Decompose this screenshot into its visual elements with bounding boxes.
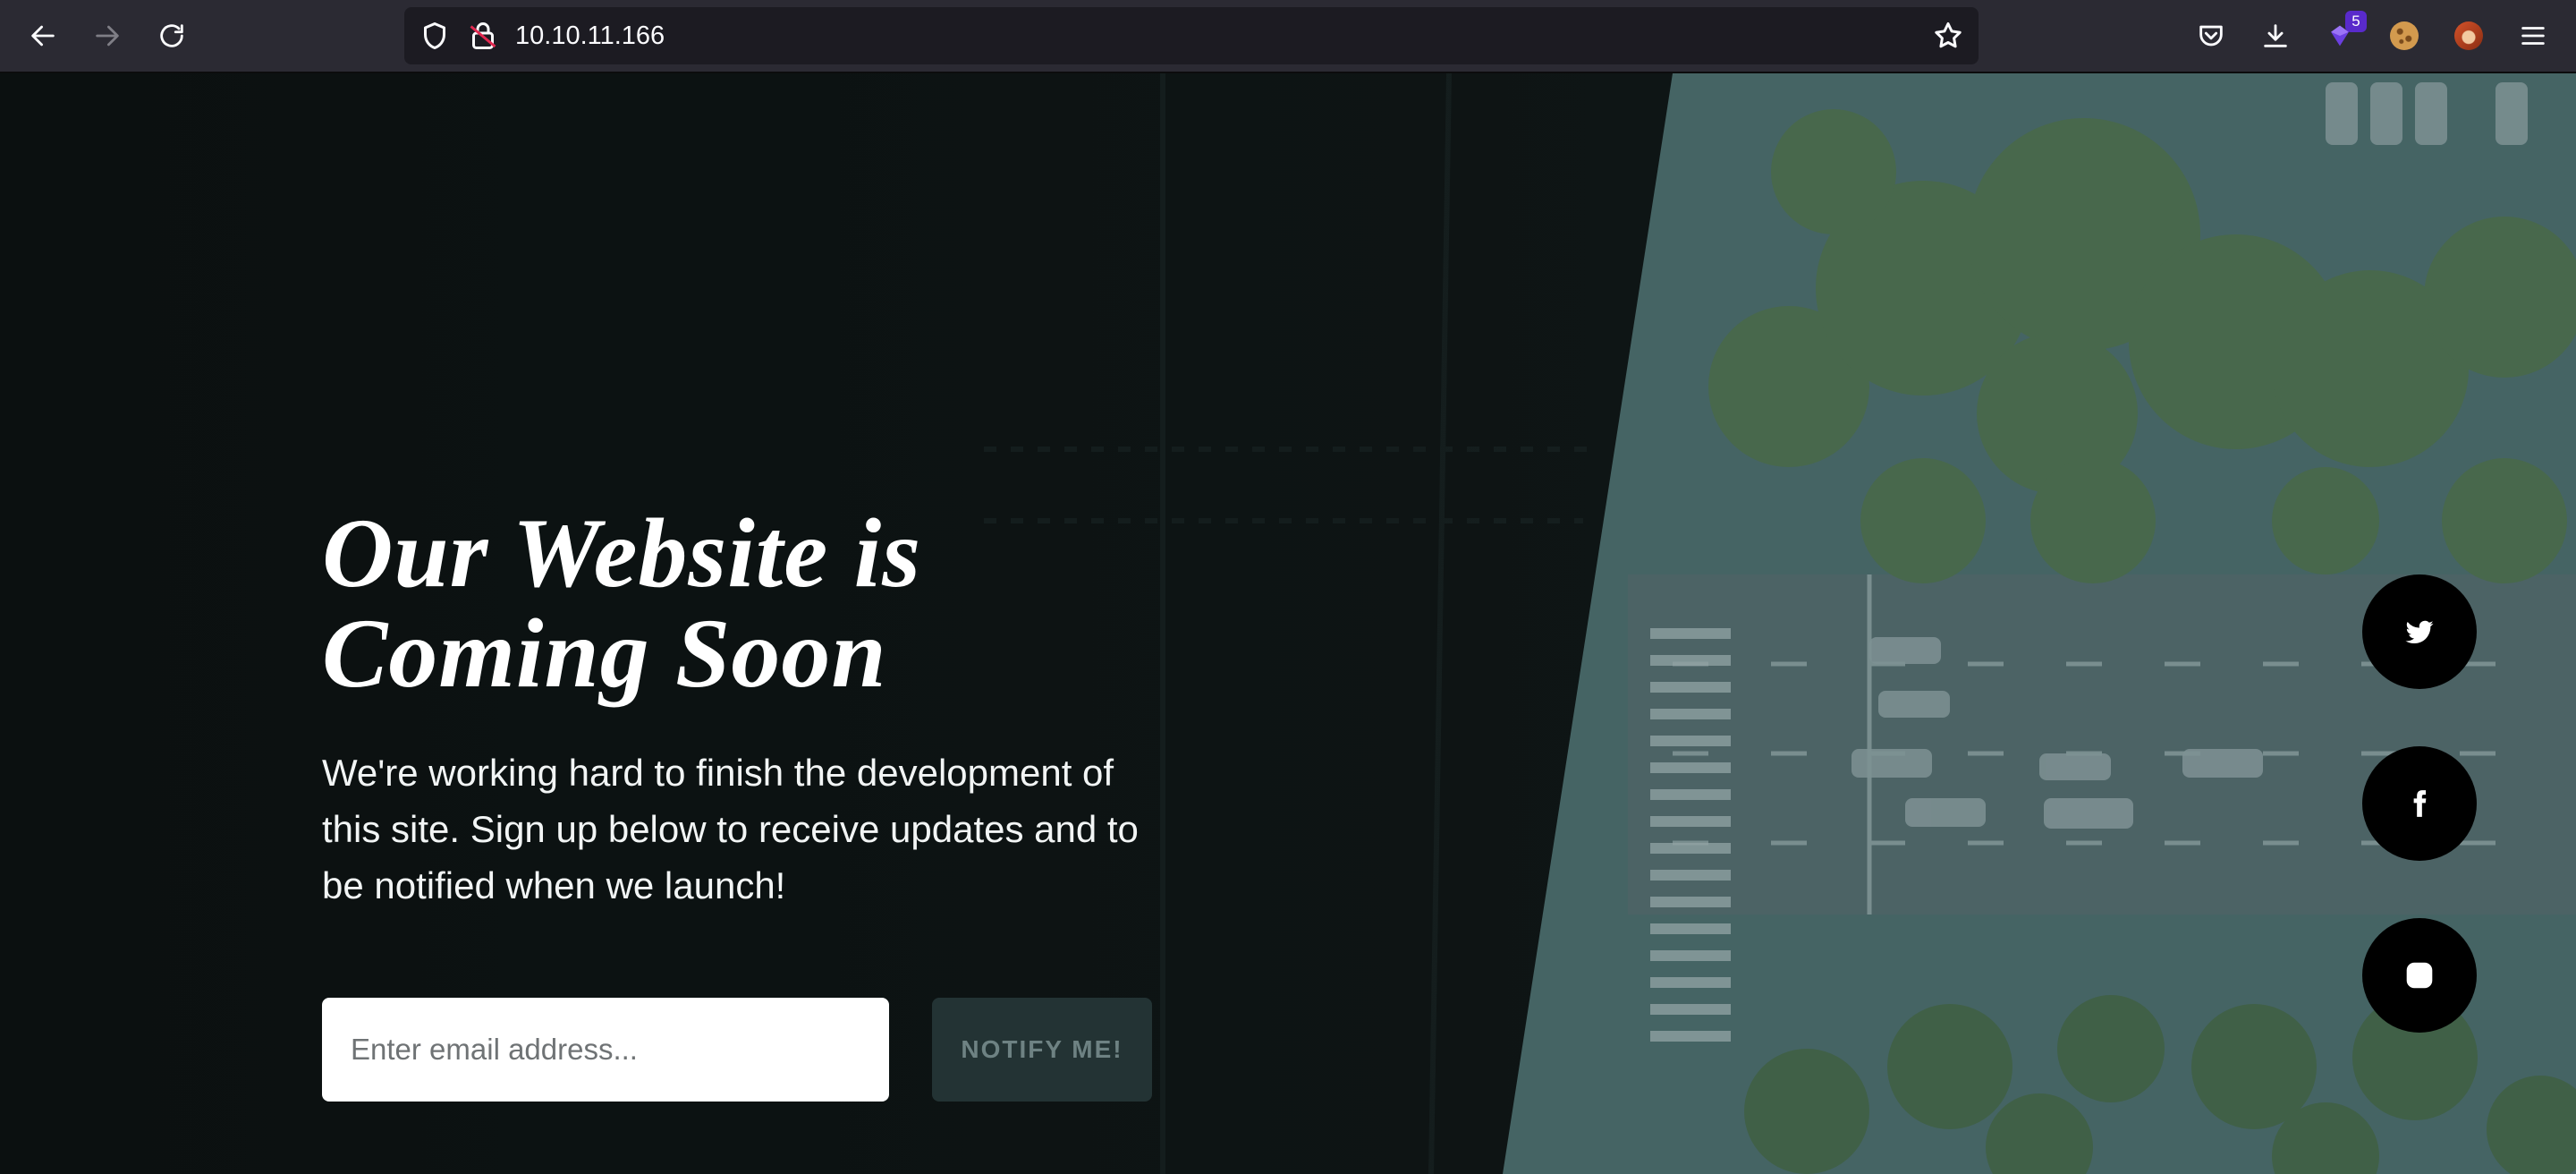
coming-soon-page: Our Website is Coming Soon We're working… (0, 73, 2576, 1174)
cookie-icon (2390, 21, 2419, 50)
twitter-icon (2405, 620, 2434, 644)
url-bar[interactable]: 10.10.11.166 (404, 7, 1979, 64)
headline-line-1: Our Website is (322, 498, 922, 608)
url-text[interactable]: 10.10.11.166 (515, 7, 665, 64)
forward-icon (96, 25, 119, 47)
twitter-button[interactable] (2362, 574, 2477, 689)
back-icon (31, 25, 55, 47)
headline-line-2: Coming Soon (322, 599, 887, 708)
back-button[interactable] (21, 14, 64, 57)
facebook-icon (2413, 790, 2427, 817)
page-subtext: We're working hard to finish the develop… (322, 752, 1139, 906)
browser-toolbar: 10.10.11.166 5 (0, 0, 2576, 73)
forward-button[interactable] (86, 14, 129, 57)
download-icon (2264, 24, 2287, 47)
facebook-button[interactable] (2362, 746, 2477, 861)
pocket-icon (2199, 25, 2223, 47)
reload-icon (160, 24, 183, 47)
bookmark-star-icon[interactable] (1932, 20, 1964, 52)
email-input[interactable] (322, 998, 889, 1102)
cookie-extension-button[interactable] (2383, 14, 2426, 57)
shield-icon[interactable] (419, 20, 451, 52)
instagram-icon (2406, 962, 2433, 989)
menu-button[interactable] (2512, 14, 2555, 57)
instagram-button[interactable] (2362, 918, 2477, 1033)
avatar-extension-icon (2454, 21, 2483, 50)
notify-button[interactable]: NOTIFY ME! (932, 998, 1152, 1102)
downloads-button[interactable] (2254, 14, 2297, 57)
pocket-button[interactable] (2190, 14, 2233, 57)
menu-icon (2521, 27, 2545, 45)
reload-button[interactable] (150, 14, 193, 57)
extension-button[interactable]: 5 (2318, 11, 2367, 57)
extension-badge: 5 (2345, 11, 2367, 32)
insecure-lock-icon[interactable] (467, 20, 499, 52)
page-headline: Our Website is Coming Soon (322, 503, 1127, 703)
avatar-extension-button[interactable] (2447, 14, 2490, 57)
